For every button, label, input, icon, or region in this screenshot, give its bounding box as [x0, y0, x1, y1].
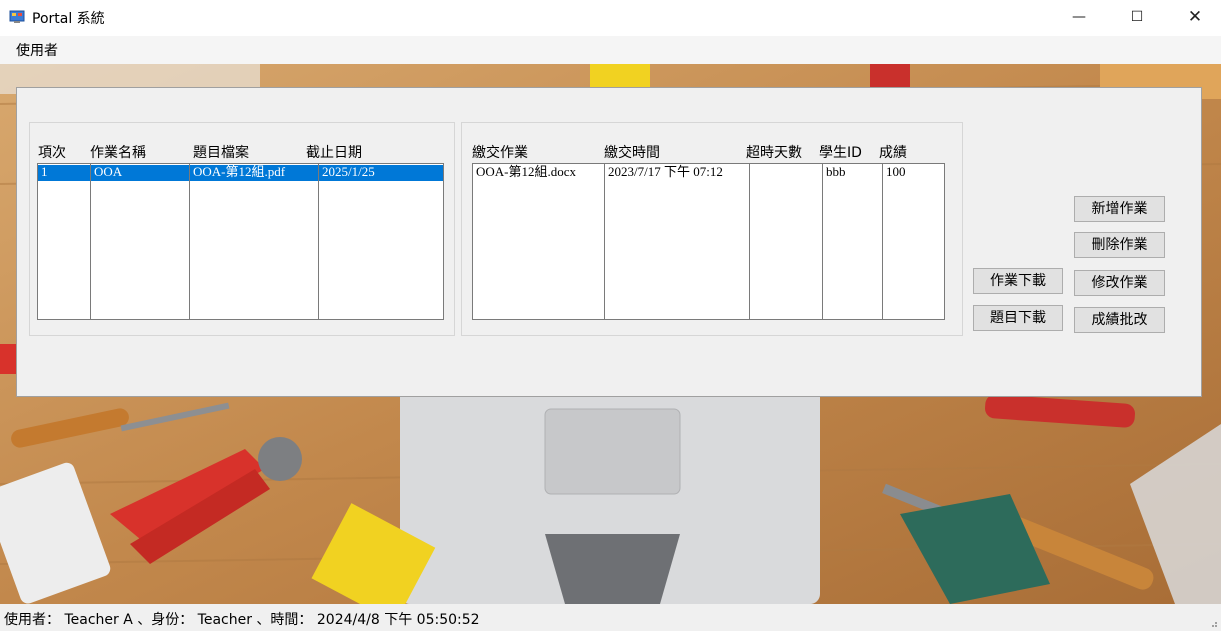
- list-item[interactable]: 100: [886, 164, 906, 179]
- header-overdue-days: 超時天數: [746, 145, 802, 161]
- column-assignment-name: OOA: [91, 164, 190, 319]
- title-bar: Portal 系統 — ☐ ✕: [0, 0, 1221, 36]
- header-assignment-name: 作業名稱: [90, 145, 146, 161]
- list-item[interactable]: OOA-第12組.pdf: [193, 164, 285, 179]
- header-score: 成績: [879, 145, 907, 161]
- list-item[interactable]: 1: [41, 164, 48, 179]
- close-button[interactable]: ✕: [1172, 0, 1218, 34]
- column-due-date: 2025/1/25: [319, 164, 443, 319]
- header-index: 項次: [38, 145, 66, 161]
- header-student-id: 學生ID: [819, 145, 862, 161]
- edit-assignment-button[interactable]: 修改作業: [1074, 270, 1165, 296]
- minimize-button[interactable]: —: [1056, 0, 1102, 34]
- grade-button[interactable]: 成績批改: [1074, 307, 1165, 333]
- column-index: 1: [38, 164, 91, 319]
- column-overdue-days: [750, 164, 823, 319]
- list-item[interactable]: bbb: [826, 164, 846, 179]
- add-assignment-button[interactable]: 新增作業: [1074, 196, 1165, 222]
- delete-assignment-button[interactable]: 刪除作業: [1074, 232, 1165, 258]
- app-icon: [9, 10, 25, 23]
- main-panel: 項次 作業名稱 題目檔案 截止日期 1 OOA OOA-第12組.pdf 202…: [16, 87, 1202, 397]
- status-text: 使用者： Teacher A 、身份： Teacher 、時間： 2024/4/…: [4, 612, 480, 628]
- menu-bar: 使用者: [0, 36, 1221, 64]
- list-item[interactable]: 2023/7/17 下午 07:12: [608, 164, 723, 179]
- column-submitted-file: OOA-第12組.docx: [473, 164, 605, 319]
- maximize-button[interactable]: ☐: [1114, 0, 1160, 34]
- column-score: 100: [883, 164, 944, 319]
- submission-list[interactable]: OOA-第12組.docx 2023/7/17 下午 07:12 bbb 100: [472, 163, 945, 320]
- list-item[interactable]: OOA-第12組.docx: [476, 164, 576, 179]
- header-question-file: 題目檔案: [193, 145, 249, 161]
- header-submitted-file: 繳交作業: [472, 145, 528, 161]
- column-submit-time: 2023/7/17 下午 07:12: [605, 164, 750, 319]
- download-homework-button[interactable]: 作業下載: [973, 268, 1063, 294]
- column-question-file: OOA-第12組.pdf: [190, 164, 319, 319]
- download-question-button[interactable]: 題目下載: [973, 305, 1063, 331]
- header-submit-time: 繳交時間: [604, 145, 660, 161]
- menu-item-user[interactable]: 使用者: [9, 41, 65, 61]
- list-item[interactable]: OOA: [94, 164, 122, 179]
- resize-grip-icon[interactable]: [1208, 618, 1218, 628]
- status-bar: 使用者： Teacher A 、身份： Teacher 、時間： 2024/4/…: [0, 604, 1221, 631]
- header-due-date: 截止日期: [306, 145, 362, 161]
- assignment-list[interactable]: 1 OOA OOA-第12組.pdf 2025/1/25: [37, 163, 444, 320]
- column-student-id: bbb: [823, 164, 883, 319]
- list-item[interactable]: 2025/1/25: [322, 164, 375, 179]
- window-title: Portal 系統: [32, 11, 105, 27]
